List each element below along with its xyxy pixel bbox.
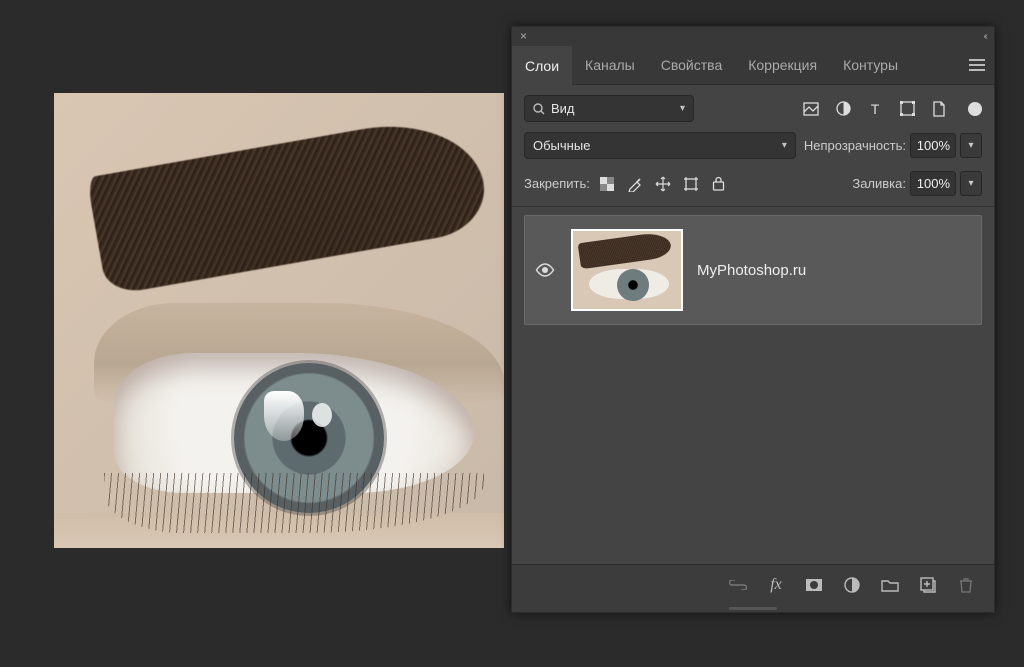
- delete-layer-icon: [956, 575, 976, 595]
- lock-artboard-icon[interactable]: [682, 175, 700, 193]
- panel-titlebar[interactable]: × ‹‹: [512, 27, 994, 45]
- opacity-label: Непрозрачность:: [804, 138, 906, 153]
- tab-label: Свойства: [661, 57, 722, 73]
- tab-label: Контуры: [843, 57, 898, 73]
- svg-text:T: T: [871, 102, 880, 116]
- add-mask-icon[interactable]: [804, 575, 824, 595]
- document-canvas[interactable]: [54, 93, 504, 548]
- layer-visibility-toggle[interactable]: [535, 263, 557, 277]
- add-adjustment-icon[interactable]: [842, 575, 862, 595]
- layer-row[interactable]: MyPhotoshop.ru: [524, 215, 982, 325]
- opacity-value: 100%: [917, 138, 950, 153]
- blend-mode-value: Обычные: [533, 138, 590, 153]
- panel-footer: fx: [512, 564, 994, 604]
- search-icon: [533, 103, 545, 115]
- document-image: [54, 93, 504, 548]
- opacity-control: Непрозрачность: 100% ▾: [804, 133, 982, 158]
- filter-type-icon[interactable]: T: [866, 100, 884, 118]
- lock-position-icon[interactable]: [654, 175, 672, 193]
- opacity-stepper[interactable]: ▾: [960, 133, 982, 158]
- filter-shape-icon[interactable]: [898, 100, 916, 118]
- tab-label: Коррекция: [748, 57, 817, 73]
- layers-list[interactable]: MyPhotoshop.ru: [512, 207, 994, 564]
- filter-pixel-icon[interactable]: [802, 100, 820, 118]
- filter-adjustment-icon[interactable]: [834, 100, 852, 118]
- layer-filter-row: Вид ▾ T: [512, 85, 994, 132]
- lock-row: Закрепить: Заливка: 100% ▾: [512, 167, 994, 206]
- lock-all-icon[interactable]: [710, 175, 728, 193]
- tab-channels[interactable]: Каналы: [572, 45, 648, 84]
- new-group-icon[interactable]: [880, 575, 900, 595]
- filter-toggle[interactable]: [968, 102, 982, 116]
- layer-name[interactable]: MyPhotoshop.ru: [697, 262, 806, 279]
- layer-thumbnail[interactable]: [571, 229, 683, 311]
- tab-label: Слои: [525, 58, 559, 74]
- close-icon[interactable]: ×: [520, 30, 527, 42]
- new-layer-icon[interactable]: [918, 575, 938, 595]
- blend-mode-select[interactable]: Обычные ▾: [524, 132, 796, 159]
- tab-adjustments[interactable]: Коррекция: [735, 45, 830, 84]
- filter-smartobject-icon[interactable]: [930, 100, 948, 118]
- tab-layers[interactable]: Слои: [512, 46, 572, 85]
- fill-label: Заливка:: [852, 176, 906, 191]
- fill-control: Заливка: 100% ▾: [852, 171, 982, 196]
- chevron-down-icon: ▾: [680, 103, 685, 114]
- blend-mode-row: Обычные ▾ Непрозрачность: 100% ▾: [512, 132, 994, 167]
- collapse-icon[interactable]: ‹‹: [983, 31, 986, 42]
- layers-panel: × ‹‹ Слои Каналы Свойства Коррекция Конт…: [511, 26, 995, 613]
- lock-label: Закрепить:: [524, 176, 590, 191]
- panel-tab-strip: Слои Каналы Свойства Коррекция Контуры: [512, 45, 994, 85]
- tab-paths[interactable]: Контуры: [830, 45, 911, 84]
- fill-stepper[interactable]: ▾: [960, 171, 982, 196]
- workspace: × ‹‹ Слои Каналы Свойства Коррекция Конт…: [0, 0, 1024, 667]
- tab-properties[interactable]: Свойства: [648, 45, 735, 84]
- chevron-down-icon: ▾: [782, 140, 787, 151]
- fill-input[interactable]: 100%: [910, 171, 956, 196]
- panel-menu-icon[interactable]: [960, 59, 994, 71]
- lock-transparency-icon[interactable]: [598, 175, 616, 193]
- kind-select-label: Вид: [551, 101, 575, 116]
- fill-value: 100%: [917, 176, 950, 191]
- panel-resize-grip[interactable]: [512, 604, 994, 612]
- layer-kind-select[interactable]: Вид ▾: [524, 95, 694, 122]
- link-layers-icon: [728, 575, 748, 595]
- lock-pixels-icon[interactable]: [626, 175, 644, 193]
- tab-label: Каналы: [585, 57, 635, 73]
- layer-style-icon[interactable]: fx: [766, 575, 786, 595]
- opacity-input[interactable]: 100%: [910, 133, 956, 158]
